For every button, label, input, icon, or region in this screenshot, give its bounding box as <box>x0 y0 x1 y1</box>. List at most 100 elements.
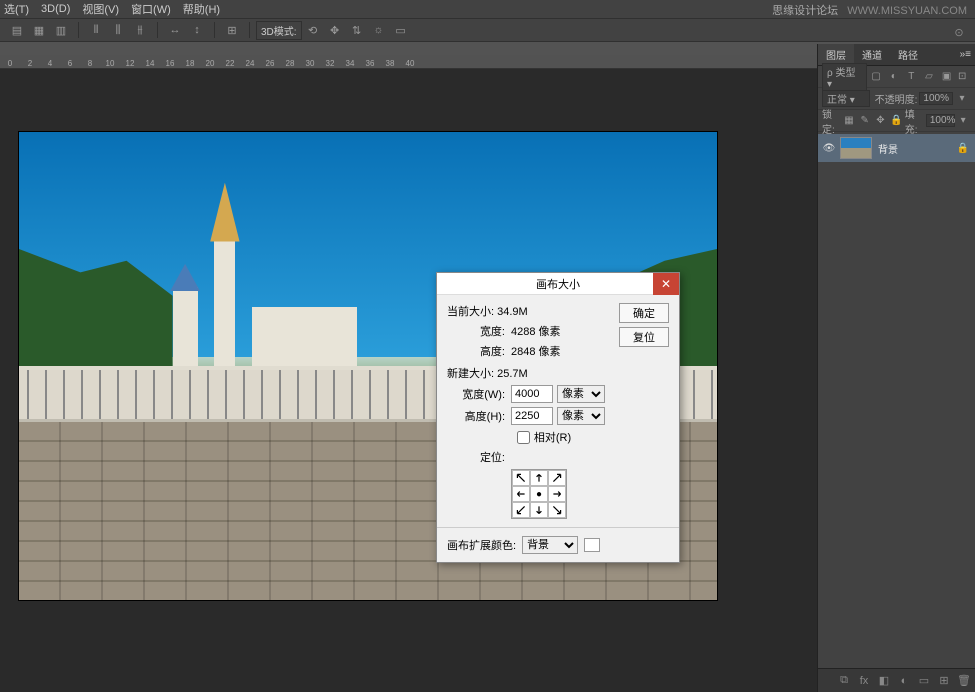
mask-icon[interactable]: ◧ <box>877 674 891 688</box>
filter-toggle-icon[interactable]: ⊡ <box>955 70 969 84</box>
current-height-value: 2848 像素 <box>511 343 561 359</box>
lock-move-icon[interactable]: ✥ <box>875 114 887 128</box>
anchor-label: 定位: <box>447 449 505 465</box>
anchor-n[interactable] <box>530 470 548 486</box>
new-width-label: 宽度(W): <box>447 386 505 402</box>
height-input[interactable] <box>511 407 553 425</box>
panel-flyout-icon[interactable]: »≡ <box>952 44 975 65</box>
dolly-icon[interactable]: ⇅ <box>348 22 366 38</box>
relative-checkbox[interactable] <box>517 431 530 444</box>
dialog-titlebar[interactable]: 画布大小 ✕ <box>437 273 679 295</box>
opacity-arrow-icon[interactable]: ▾ <box>955 92 969 106</box>
camera-icon[interactable]: ▭ <box>392 22 410 38</box>
lock-pixels-icon[interactable]: ▦ <box>843 114 855 128</box>
current-width-value: 4288 像素 <box>511 323 561 339</box>
menu-window[interactable]: 窗口(W) <box>131 1 171 17</box>
filter-adjust-icon[interactable]: ◐ <box>887 70 901 84</box>
mode-3d-dropdown[interactable]: 3D模式: <box>256 21 302 40</box>
qq-icon[interactable]: ⊙ <box>951 24 967 40</box>
width-unit-dropdown[interactable]: 像素 <box>557 385 605 403</box>
anchor-nw[interactable] <box>512 470 530 486</box>
filter-smart-icon[interactable]: ▣ <box>940 70 954 84</box>
fill-value[interactable]: 100% <box>926 114 955 127</box>
dist-center-icon[interactable]: ⫼ <box>109 22 127 38</box>
watermark-url: WWW.MISSYUAN.COM <box>847 5 967 17</box>
dist-left-icon[interactable]: ⫴ <box>87 22 105 38</box>
width-input[interactable] <box>511 385 553 403</box>
anchor-s[interactable] <box>530 502 548 518</box>
filter-shape-icon[interactable]: ▱ <box>922 70 936 84</box>
dist-right-icon[interactable]: ⫵ <box>131 22 149 38</box>
visibility-eye-icon[interactable]: 👁 <box>818 143 840 154</box>
layers-list: 👁 背景 🔒 <box>818 132 975 164</box>
layer-thumbnail[interactable] <box>840 137 872 159</box>
blend-row: 正常 ▾ 不透明度: 100% ▾ <box>818 88 975 110</box>
relative-label: 相对(R) <box>534 429 571 445</box>
anchor-grid: ● <box>511 469 567 519</box>
ext-color-dropdown[interactable]: 背景 <box>522 536 578 554</box>
watermark-cn: 思缘设计论坛 <box>772 5 838 17</box>
align-center-icon[interactable]: ▦ <box>30 22 48 38</box>
anchor-w[interactable] <box>512 486 530 502</box>
filter-type-icon[interactable]: T <box>905 70 919 84</box>
pan-icon[interactable]: ✥ <box>326 22 344 38</box>
dialog-footer: 画布扩展颜色: 背景 <box>437 527 679 562</box>
canvas-area <box>0 69 817 692</box>
lock-brush-icon[interactable]: ✎ <box>859 114 871 128</box>
new-height-label: 高度(H): <box>447 408 505 424</box>
link-layers-icon[interactable]: ⧉ <box>837 674 851 688</box>
tab-paths[interactable]: 路径 <box>890 44 926 65</box>
lock-label: 锁定: <box>822 106 841 136</box>
align-left-icon[interactable]: ▤ <box>8 22 26 38</box>
watermark: 思缘设计论坛 WWW.MISSYUAN.COM <box>772 2 967 18</box>
filter-row: ρ 类型 ▾ ▢ ◐ T ▱ ▣ ⊡ <box>818 66 975 88</box>
anchor-sw[interactable] <box>512 502 530 518</box>
dist-v-icon[interactable]: ↕ <box>188 22 206 38</box>
extra-icon-1[interactable]: ⊞ <box>223 22 241 38</box>
anchor-ne[interactable] <box>548 470 566 486</box>
fx-icon[interactable]: fx <box>857 674 871 688</box>
filter-type-dropdown[interactable]: ρ 类型 ▾ <box>822 63 867 91</box>
new-layer-icon[interactable]: ⊞ <box>937 674 951 688</box>
new-size-label: 新建大小: 25.7M <box>447 365 611 381</box>
cancel-button[interactable]: 复位 <box>619 327 669 347</box>
anchor-se[interactable] <box>548 502 566 518</box>
dist-h-icon[interactable]: ↔ <box>166 22 184 38</box>
orbit-icon[interactable]: ⟲ <box>304 22 322 38</box>
layers-panel-footer: ⧉ fx ◧ ◐ ▭ ⊞ 🗑 <box>818 668 975 692</box>
opacity-value[interactable]: 100% <box>919 92 953 105</box>
filter-image-icon[interactable]: ▢ <box>869 70 883 84</box>
group-icon[interactable]: ▭ <box>917 674 931 688</box>
ruler-horizontal[interactable]: 0246810121416182022242628303234363840 <box>0 55 817 69</box>
anchor-center[interactable]: ● <box>530 486 548 502</box>
options-bar: ▤ ▦ ▥ ⫴ ⫼ ⫵ ↔ ↕ ⊞ 3D模式: ⟲ ✥ ⇅ ☼ ▭ <box>0 18 975 42</box>
blend-mode-dropdown[interactable]: 正常 ▾ <box>822 90 870 107</box>
image-castle <box>173 235 382 366</box>
close-icon[interactable]: ✕ <box>653 273 679 295</box>
dialog-title-text: 画布大小 <box>536 276 580 292</box>
layers-panel: 图层 通道 路径 »≡ ρ 类型 ▾ ▢ ◐ T ▱ ▣ ⊡ 正常 ▾ 不透明度… <box>817 44 975 692</box>
layer-name[interactable]: 背景 <box>878 141 898 156</box>
menu-view[interactable]: 视图(V) <box>82 1 119 17</box>
layer-item-background[interactable]: 👁 背景 🔒 <box>818 134 975 162</box>
lock-row: 锁定: ▦ ✎ ✥ 🔒 填充: 100% ▾ <box>818 110 975 132</box>
fill-label: 填充: <box>905 106 924 136</box>
ok-button[interactable]: 确定 <box>619 303 669 323</box>
height-unit-dropdown[interactable]: 像素 <box>557 407 605 425</box>
menu-help[interactable]: 帮助(H) <box>183 1 220 17</box>
align-right-icon[interactable]: ▥ <box>52 22 70 38</box>
trash-icon[interactable]: 🗑 <box>957 674 971 688</box>
lock-all-icon[interactable]: 🔒 <box>890 114 902 128</box>
adjustment-icon[interactable]: ◐ <box>897 674 911 688</box>
workspace-icons: ⊙ <box>951 24 967 40</box>
current-height-label: 高度: <box>447 343 505 359</box>
menu-3d[interactable]: 3D(D) <box>41 3 70 15</box>
ext-color-swatch[interactable] <box>584 538 600 552</box>
fill-arrow-icon[interactable]: ▾ <box>957 114 969 128</box>
menu-select[interactable]: 选(T) <box>4 1 29 17</box>
current-width-label: 宽度: <box>447 323 505 339</box>
light-icon[interactable]: ☼ <box>370 22 388 38</box>
layer-lock-icon[interactable]: 🔒 <box>957 143 969 154</box>
current-size-label: 当前大小: 34.9M <box>447 303 611 319</box>
anchor-e[interactable] <box>548 486 566 502</box>
